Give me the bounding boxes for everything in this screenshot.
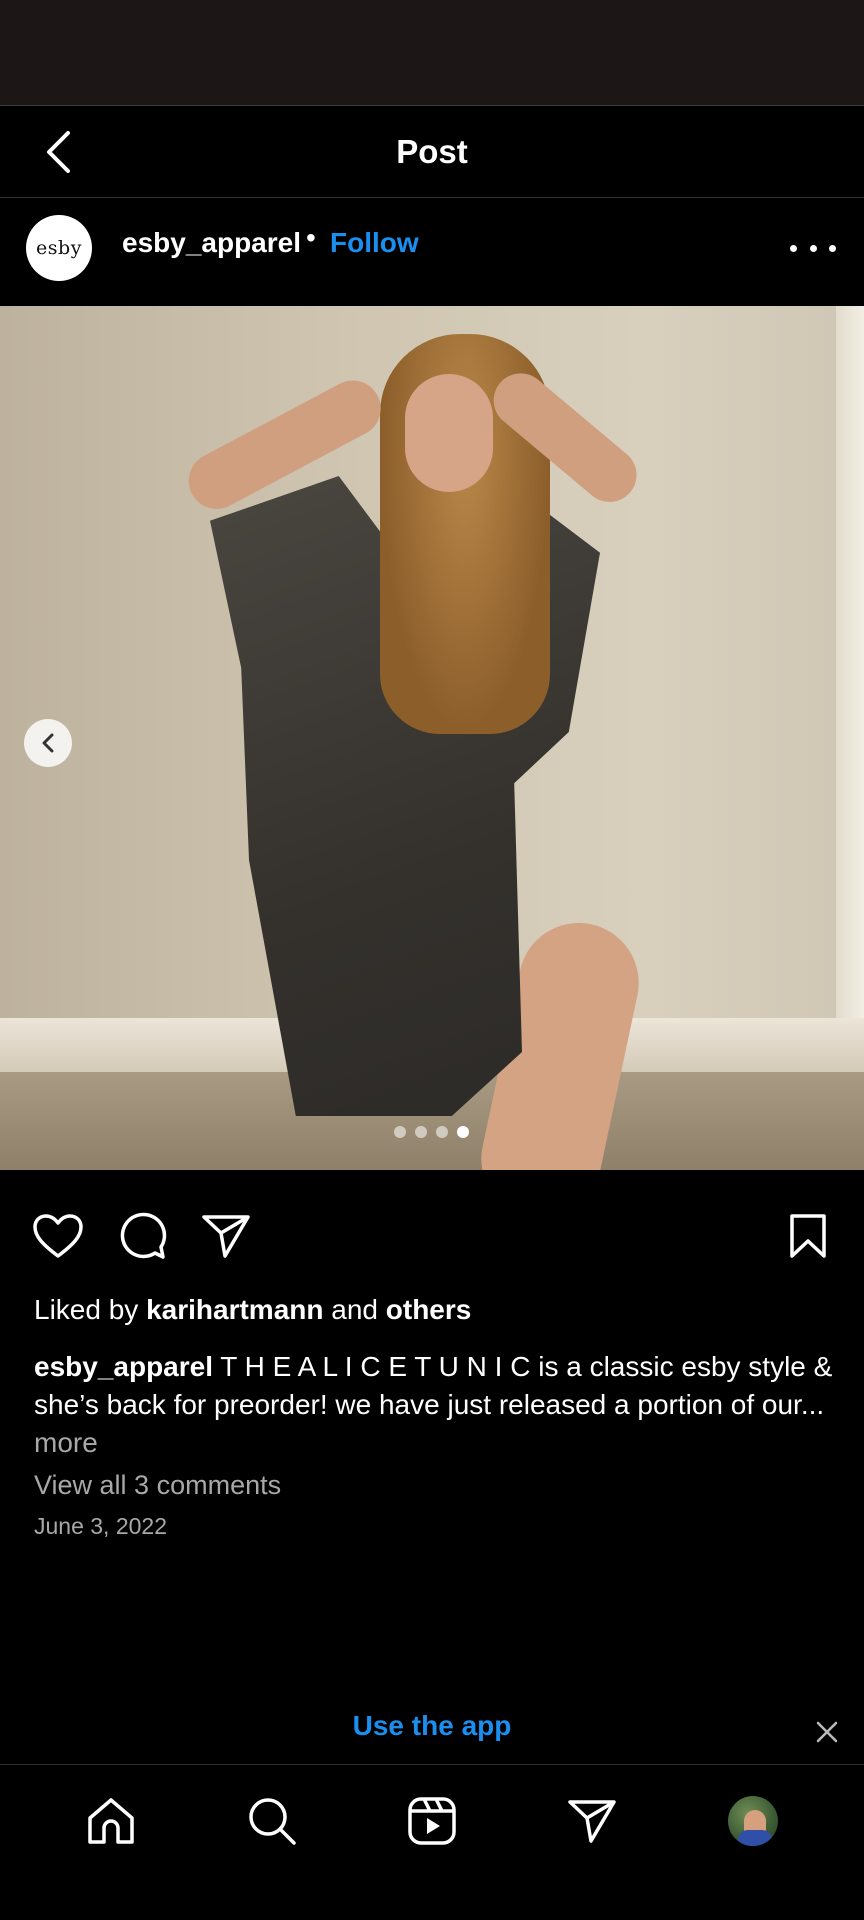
post-username[interactable]: esby_apparel bbox=[122, 227, 301, 259]
carousel-prev-button[interactable] bbox=[24, 719, 72, 767]
avatar bbox=[728, 1796, 778, 1846]
comment-button[interactable] bbox=[114, 1208, 170, 1264]
use-the-app-link[interactable]: Use the app bbox=[0, 1710, 864, 1742]
post-date: June 3, 2022 bbox=[34, 1513, 168, 1539]
send-icon bbox=[568, 1800, 616, 1843]
carousel-dot-active bbox=[457, 1126, 469, 1138]
nav-reels[interactable] bbox=[402, 1791, 462, 1851]
like-button[interactable] bbox=[30, 1208, 86, 1264]
follow-button[interactable]: Follow bbox=[330, 227, 419, 259]
page-title: Post bbox=[396, 133, 468, 170]
send-icon bbox=[202, 1215, 250, 1258]
separator-dot: • bbox=[306, 222, 316, 253]
nav-home[interactable] bbox=[81, 1791, 141, 1851]
carousel-dot bbox=[436, 1126, 448, 1138]
view-comments-link[interactable]: View all 3 comments bbox=[34, 1470, 281, 1501]
carousel-indicator bbox=[394, 1126, 469, 1138]
nav-search[interactable] bbox=[242, 1791, 302, 1851]
more-dot bbox=[809, 244, 817, 252]
top-header: Post bbox=[0, 107, 864, 198]
post-actions bbox=[0, 1200, 864, 1270]
nav-profile[interactable] bbox=[723, 1791, 783, 1851]
more-dot bbox=[790, 244, 797, 252]
heart-icon bbox=[33, 1214, 83, 1258]
photo-window bbox=[836, 306, 864, 1026]
more-dot bbox=[829, 244, 836, 252]
likes-and: and bbox=[331, 1294, 378, 1325]
close-banner-button[interactable] bbox=[810, 1715, 844, 1749]
liked-by-others-link[interactable]: others bbox=[386, 1294, 472, 1325]
close-icon bbox=[816, 1721, 838, 1743]
avatar[interactable]: esby bbox=[26, 215, 92, 281]
post-caption: esby_apparel T H E A L I C E T U N I C i… bbox=[34, 1348, 834, 1462]
carousel-dot bbox=[394, 1126, 406, 1138]
post-header: esby esby_apparel • Follow bbox=[0, 198, 864, 306]
search-icon bbox=[249, 1798, 296, 1845]
more-options-button[interactable] bbox=[790, 228, 836, 268]
bookmark-icon bbox=[790, 1214, 826, 1258]
reels-icon bbox=[408, 1797, 456, 1845]
caption-more-link[interactable]: more bbox=[34, 1427, 98, 1458]
avatar-logo-text: esby bbox=[36, 237, 82, 259]
photo-figure-face bbox=[405, 374, 493, 492]
save-button[interactable] bbox=[780, 1208, 836, 1264]
home-icon bbox=[88, 1798, 134, 1844]
comment-icon bbox=[120, 1212, 167, 1259]
liked-by-user-link[interactable]: karihartmann bbox=[146, 1294, 323, 1325]
nav-messages[interactable] bbox=[562, 1791, 622, 1851]
likes-prefix: Liked by bbox=[34, 1294, 139, 1325]
caption-username[interactable]: esby_apparel bbox=[34, 1351, 213, 1382]
carousel-dot bbox=[415, 1126, 427, 1138]
likes-line: Liked by karihartmann and others bbox=[34, 1294, 471, 1326]
post-image[interactable] bbox=[0, 306, 864, 1170]
status-bar bbox=[0, 0, 864, 106]
chevron-left-icon bbox=[42, 733, 54, 753]
bottom-nav bbox=[0, 1764, 864, 1920]
share-button[interactable] bbox=[198, 1208, 254, 1264]
